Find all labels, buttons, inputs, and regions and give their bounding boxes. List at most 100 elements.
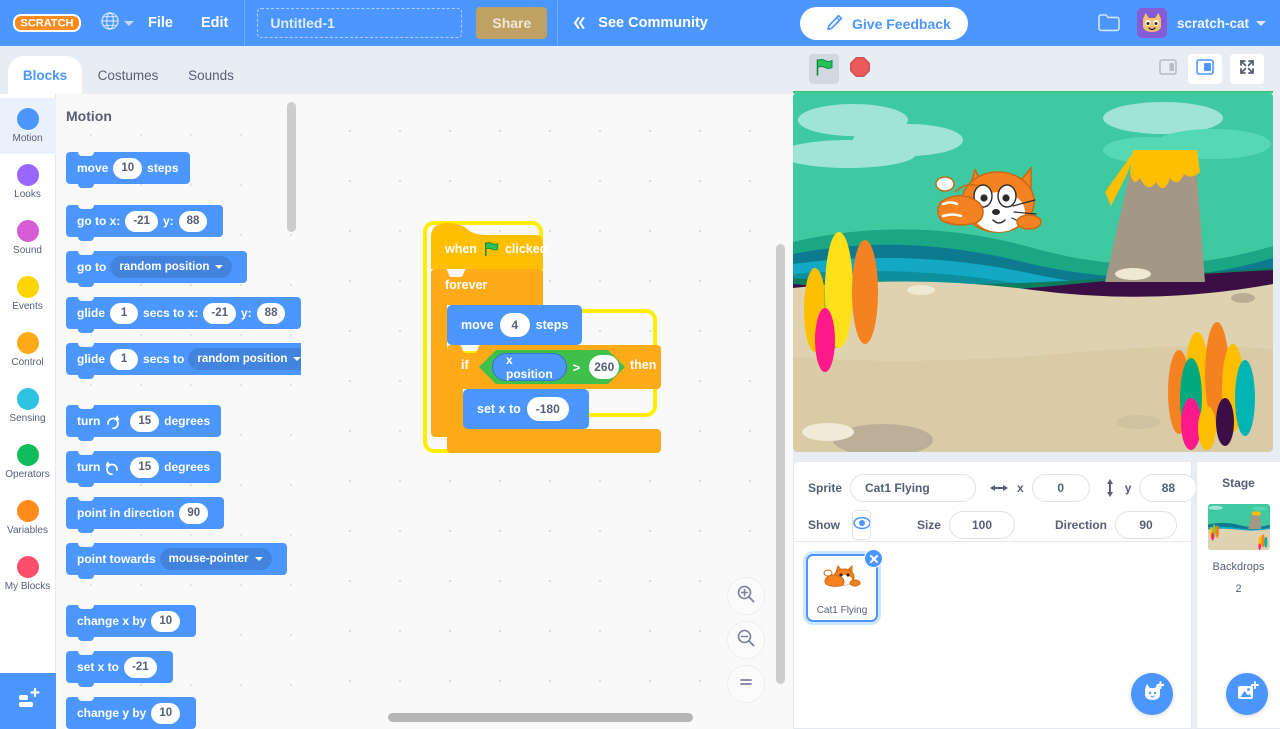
workspace-horizontal-scrollbar[interactable] (388, 713, 693, 722)
scratch-logo[interactable]: SCRATCH (12, 11, 82, 35)
block-move-steps[interactable]: move 4 steps (447, 305, 582, 345)
green-flag-button[interactable] (809, 54, 839, 84)
block-input-degrees[interactable]: 15 (130, 457, 159, 478)
palette-block-change-y-by[interactable]: change y by 10 (66, 697, 196, 729)
category-variables[interactable]: Variables (0, 490, 56, 546)
size-input[interactable] (949, 511, 1015, 539)
block-input-secs[interactable]: 1 (110, 303, 138, 324)
category-looks[interactable]: Looks (0, 154, 56, 210)
block-input-secs[interactable]: 1 (110, 349, 138, 370)
block-input-x[interactable]: -21 (125, 211, 158, 232)
pencil-icon (826, 14, 843, 34)
stage[interactable] (793, 92, 1273, 452)
block-body: go to random position (66, 251, 247, 283)
fullscreen-button[interactable] (1230, 54, 1264, 84)
block-input-y[interactable]: 88 (179, 211, 208, 232)
sprite-properties: Sprite x (794, 462, 1191, 542)
palette-block-point-in-direction[interactable]: point in direction 90 (66, 497, 224, 529)
add-backdrop-button[interactable] (1226, 673, 1268, 715)
category-label: Control (11, 357, 43, 368)
category-control[interactable]: Control (0, 322, 56, 378)
palette-scrollbar[interactable] (287, 102, 296, 232)
small-stage-button[interactable] (1151, 54, 1185, 84)
block-dropdown-target[interactable]: random position (110, 256, 232, 278)
palette-block-set-x-to[interactable]: set x to -21 (66, 651, 173, 683)
language-selector[interactable] (100, 11, 134, 36)
block-input-x[interactable]: -180 (527, 397, 569, 421)
block-text: turn (77, 460, 100, 474)
block-body: point towards mouse-pointer (66, 543, 287, 575)
backdrops-count: 2 (1197, 583, 1280, 595)
x-position-input[interactable] (1032, 474, 1090, 502)
stop-button[interactable] (849, 56, 871, 83)
hat-text-after: clicked (505, 242, 547, 256)
add-extension-button[interactable] (0, 673, 56, 729)
tab-costumes[interactable]: Costumes (84, 56, 172, 94)
category-sensing[interactable]: Sensing (0, 378, 56, 434)
category-label: Operators (5, 469, 49, 480)
block-dropdown-towards[interactable]: mouse-pointer (160, 548, 272, 570)
block-input-degrees[interactable]: 15 (130, 411, 159, 432)
code-workspace[interactable]: when clicked (301, 94, 793, 729)
palette-block-turn-left[interactable]: turn 15 degrees (66, 451, 221, 483)
block-input-steps[interactable]: 4 (500, 313, 530, 337)
add-sprite-button[interactable] (1131, 673, 1173, 715)
give-feedback-button[interactable]: Give Feedback (800, 7, 968, 40)
palette-block-point-towards[interactable]: point towards mouse-pointer (66, 543, 287, 575)
block-input-x[interactable]: -21 (124, 657, 157, 678)
block-input-x[interactable]: -21 (203, 303, 236, 324)
zoom-reset-button[interactable] (727, 665, 765, 703)
menu-edit[interactable]: Edit (187, 0, 242, 46)
block-dropdown-target[interactable]: random position (188, 348, 301, 370)
sprite-name-input[interactable] (850, 474, 976, 502)
block-palette[interactable]: Motion move 10 steps go to x: -21 y: 88 … (56, 94, 301, 729)
block-input-dy[interactable]: 10 (151, 703, 180, 724)
category-events[interactable]: Events (0, 266, 56, 322)
palette-block-change-x-by[interactable]: change x by 10 (66, 605, 196, 637)
block-input-dx[interactable]: 10 (151, 611, 180, 632)
block-input-y[interactable]: 88 (257, 303, 286, 324)
sprite-tile-cat1-flying[interactable]: Cat1 Flying (806, 554, 878, 622)
reporter-x-position[interactable]: x position (492, 353, 567, 381)
project-title-input[interactable] (257, 8, 462, 38)
category-my-blocks[interactable]: My Blocks (0, 546, 56, 602)
globe-icon (100, 11, 120, 36)
block-input-threshold[interactable]: 260 (589, 355, 619, 379)
palette-block-move-steps[interactable]: move 10 steps (66, 152, 190, 184)
show-visible-button[interactable] (853, 511, 871, 539)
block-body: point in direction 90 (66, 497, 224, 529)
zoom-in-button[interactable] (727, 577, 765, 615)
zoom-in-icon (736, 584, 756, 609)
zoom-out-button[interactable] (727, 621, 765, 659)
stage-selector-pane[interactable]: Stage Backdrops 2 (1196, 461, 1280, 729)
block-greater-than[interactable]: x position > 260 (479, 350, 625, 384)
palette-block-go-to-target[interactable]: go to random position (66, 251, 247, 283)
avatar[interactable] (1137, 8, 1167, 38)
large-stage-button[interactable] (1188, 54, 1222, 84)
folder-icon[interactable] (1097, 12, 1121, 34)
share-button[interactable]: Share (476, 7, 547, 39)
block-text: go to (77, 260, 106, 274)
category-color-dot (17, 108, 39, 130)
menu-file[interactable]: File (134, 0, 187, 46)
tab-sounds[interactable]: Sounds (174, 56, 248, 94)
workspace-vertical-scrollbar[interactable] (776, 244, 785, 684)
delete-sprite-button[interactable] (864, 549, 883, 568)
palette-block-glide-target[interactable]: glide 1 secs to random position (66, 343, 301, 375)
chevron-down-icon[interactable] (1256, 21, 1266, 26)
block-set-x-to[interactable]: set x to -180 (463, 389, 589, 429)
block-text: move (461, 318, 494, 332)
palette-block-go-to-xy[interactable]: go to x: -21 y: 88 (66, 205, 223, 237)
direction-input[interactable] (1115, 511, 1177, 539)
block-input-direction[interactable]: 90 (179, 503, 208, 524)
category-motion[interactable]: Motion (0, 98, 56, 154)
size-label: Size (917, 518, 941, 532)
category-sound[interactable]: Sound (0, 210, 56, 266)
see-community-button[interactable]: See Community (557, 0, 722, 46)
category-operators[interactable]: Operators (0, 434, 56, 490)
y-position-input[interactable] (1139, 474, 1197, 502)
tab-blocks[interactable]: Blocks (8, 56, 82, 94)
block-input-steps[interactable]: 10 (113, 158, 142, 179)
palette-block-glide-xy[interactable]: glide 1 secs to x: -21 y: 88 (66, 297, 301, 329)
palette-block-turn-right[interactable]: turn 15 degrees (66, 405, 221, 437)
